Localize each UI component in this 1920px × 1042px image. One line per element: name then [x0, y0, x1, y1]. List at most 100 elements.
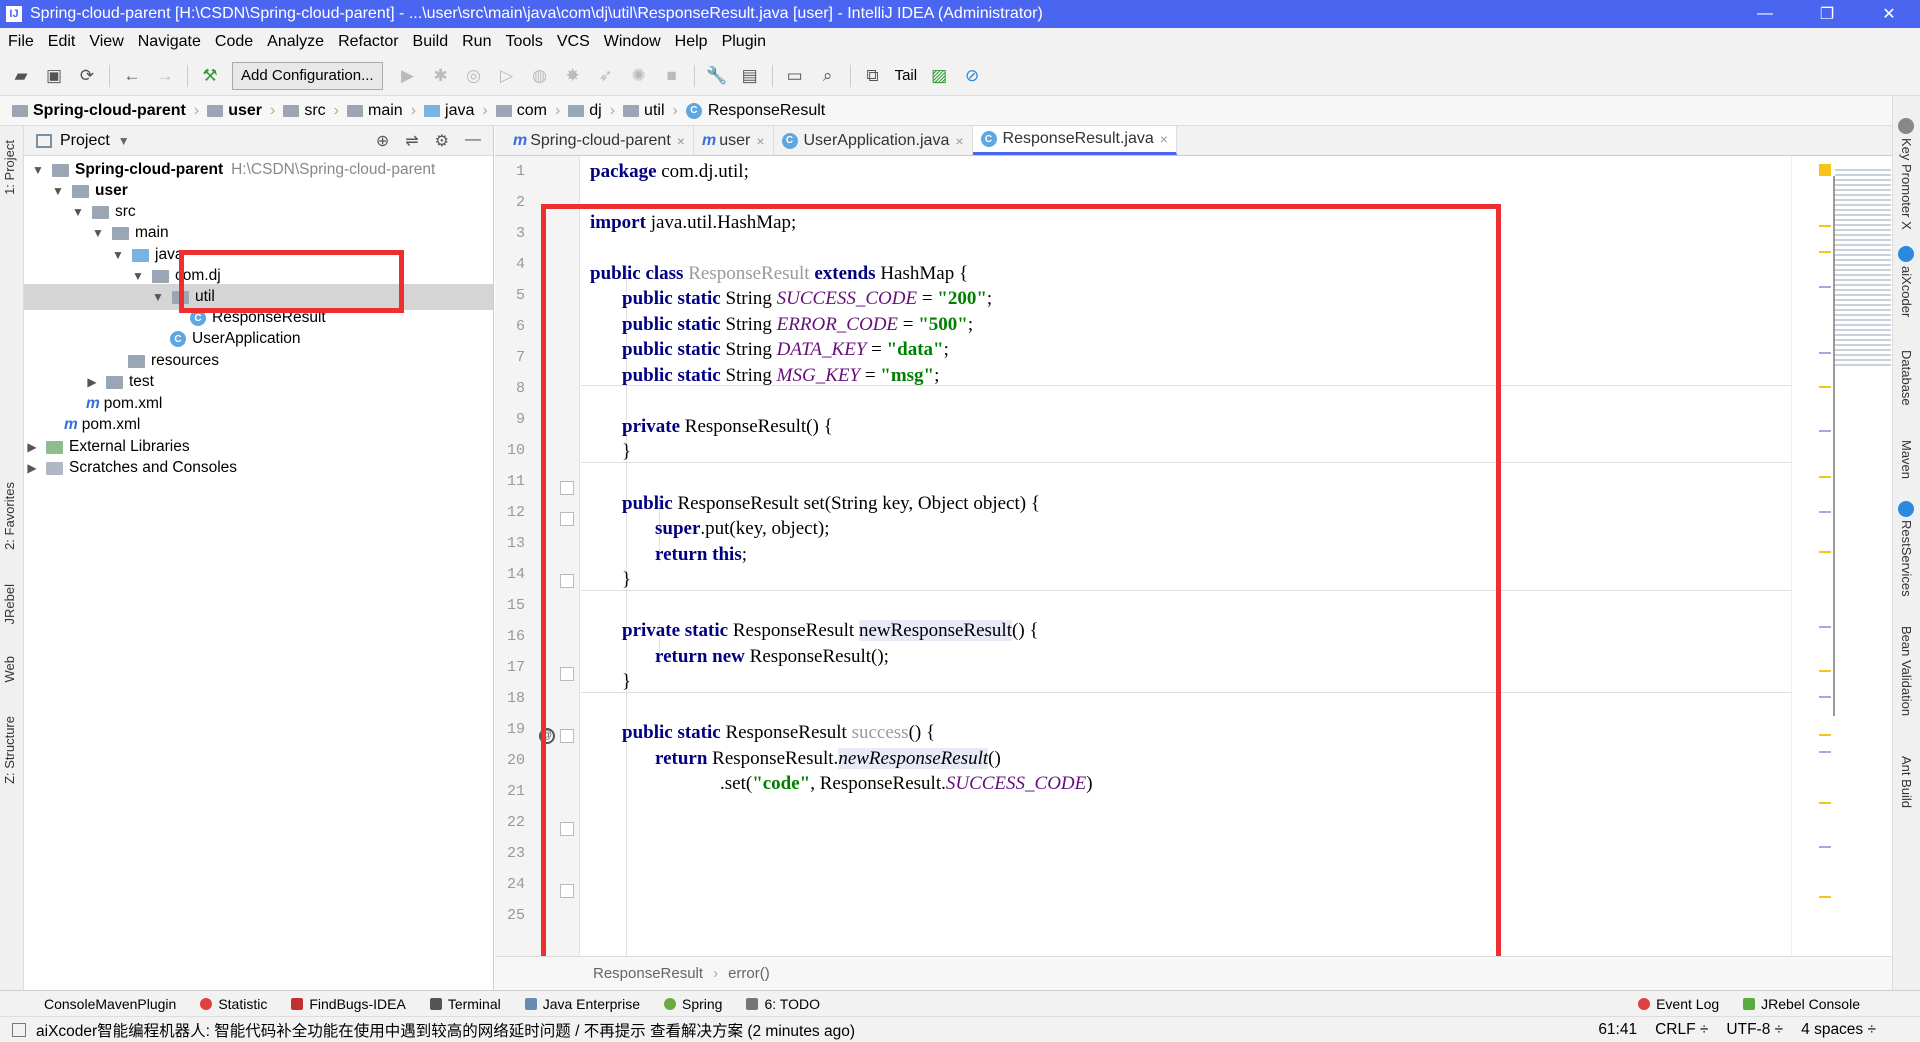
caret-position[interactable]: 61:41	[1598, 1021, 1637, 1039]
chevron-down-icon[interactable]: ▼	[90, 226, 106, 240]
status-message[interactable]: aiXcoder智能编程机器人: 智能代码补全功能在使用中遇到较高的网络延时问题…	[36, 1019, 855, 1041]
menu-help[interactable]: Help	[675, 33, 708, 51]
usage-mark[interactable]	[1819, 626, 1831, 628]
warning-mark[interactable]	[1819, 551, 1831, 553]
warning-mark[interactable]	[1819, 670, 1831, 672]
close-button[interactable]: ✕	[1858, 4, 1920, 24]
chevron-down-icon[interactable]: ▼	[130, 269, 146, 283]
search-icon[interactable]: ⌕	[817, 65, 839, 87]
line-separator-selector[interactable]: CRLF ÷	[1655, 1021, 1708, 1039]
menu-code[interactable]: Code	[215, 33, 253, 51]
debug-icon[interactable]: ✱	[430, 65, 452, 87]
menu-build[interactable]: Build	[413, 33, 449, 51]
key-promoter-tool-tab[interactable]: Key Promoter X	[1899, 138, 1914, 230]
footer-crumb-method[interactable]: error()	[728, 965, 770, 982]
crumb-project[interactable]: Spring-cloud-parent ›	[12, 102, 199, 120]
menu-tools[interactable]: Tools	[505, 33, 542, 51]
structure-tool-tab[interactable]: Z: Structure	[2, 716, 17, 784]
crumb-util[interactable]: util ›	[623, 102, 678, 120]
debug-jrebel-icon[interactable]: ✸	[562, 65, 584, 87]
tool-event-log[interactable]: Event Log	[1638, 996, 1719, 1012]
settings-wrench-icon[interactable]: 🔧	[706, 65, 728, 87]
statistic-chart-icon[interactable]: ▨	[928, 65, 950, 87]
tool-terminal[interactable]: Terminal	[429, 996, 501, 1012]
encoding-selector[interactable]: UTF-8 ÷	[1726, 1021, 1783, 1039]
tool-statistic[interactable]: Statistic	[200, 996, 267, 1012]
usage-mark[interactable]	[1819, 751, 1831, 753]
tab-responseresult[interactable]: C ResponseResult.java ×	[972, 126, 1177, 155]
crumb-java[interactable]: java ›	[424, 102, 488, 120]
terminal-window-icon[interactable]: ▭	[784, 65, 806, 87]
crumb-com[interactable]: com ›	[495, 102, 560, 120]
rocket-icon[interactable]: ➶	[595, 65, 617, 87]
run-icon[interactable]: ▶	[397, 65, 419, 87]
tree-item-scratches[interactable]: ▶ Scratches and Consoles	[24, 455, 237, 481]
footer-crumb-class[interactable]: ResponseResult	[593, 965, 703, 982]
crumb-src[interactable]: src ›	[283, 102, 339, 120]
database-tool-tab[interactable]: Database	[1899, 350, 1914, 406]
usage-mark[interactable]	[1819, 696, 1831, 698]
open-folder-icon[interactable]: ▰	[10, 65, 32, 87]
menu-run[interactable]: Run	[462, 33, 491, 51]
menu-file[interactable]: File	[8, 33, 34, 51]
rest-services-tool-tab[interactable]: RestServices	[1899, 520, 1914, 597]
close-icon[interactable]: ×	[1160, 131, 1168, 147]
tool-findbugs[interactable]: FindBugs-IDEA	[291, 996, 406, 1012]
save-all-icon[interactable]: ▣	[43, 65, 65, 87]
menu-edit[interactable]: Edit	[48, 33, 76, 51]
gear-icon[interactable]: ⚙	[435, 131, 449, 151]
menu-view[interactable]: View	[89, 33, 123, 51]
tool-console-maven[interactable]: ConsoleMavenPlugin	[44, 996, 176, 1012]
chevron-down-icon[interactable]: ▼	[30, 163, 46, 177]
project-view-selector[interactable]: Project	[60, 132, 110, 150]
warning-mark[interactable]	[1819, 476, 1831, 478]
usage-mark[interactable]	[1819, 430, 1831, 432]
ant-build-tool-tab[interactable]: Ant Build	[1899, 756, 1914, 808]
project-structure-icon[interactable]: ▤	[739, 65, 761, 87]
crumb-responseresult[interactable]: C ResponseResult	[685, 102, 825, 120]
scrollbar-thumb[interactable]	[1833, 176, 1835, 716]
maven-tool-tab[interactable]: Maven	[1899, 440, 1914, 479]
debug-rocket-icon[interactable]: ✺	[628, 65, 650, 87]
profile-icon[interactable]: ◍	[529, 65, 551, 87]
tab-spring-cloud-parent[interactable]: m Spring-cloud-parent ×	[505, 126, 694, 155]
add-configuration-button[interactable]: Add Configuration...	[232, 61, 383, 90]
chevron-right-icon[interactable]: ▶	[24, 461, 40, 475]
chevron-right-icon[interactable]: ▶	[24, 440, 40, 454]
stop-icon[interactable]: ■	[661, 65, 683, 87]
favorites-tool-tab[interactable]: 2: Favorites	[2, 482, 17, 550]
chevron-down-icon[interactable]: ▼	[50, 184, 66, 198]
tail-button[interactable]: Tail	[895, 65, 918, 87]
menu-vcs[interactable]: VCS	[557, 33, 590, 51]
warning-mark[interactable]	[1819, 896, 1831, 898]
usage-mark[interactable]	[1819, 846, 1831, 848]
warning-indicator-icon[interactable]	[1819, 164, 1831, 176]
translate-icon[interactable]: ⧉	[862, 65, 884, 87]
back-icon[interactable]: ←	[121, 65, 143, 87]
locate-target-icon[interactable]: ⊕	[376, 131, 389, 151]
web-tool-tab[interactable]: Web	[2, 656, 17, 683]
maximize-button[interactable]: ❐	[1796, 4, 1858, 24]
menu-plugin[interactable]: Plugin	[722, 33, 766, 51]
crumb-dj[interactable]: dj ›	[568, 102, 615, 120]
usage-mark[interactable]	[1819, 511, 1831, 513]
tab-userapplication[interactable]: C UserApplication.java ×	[774, 126, 973, 155]
warning-mark[interactable]	[1819, 386, 1831, 388]
synchronize-icon[interactable]: ⟳	[76, 65, 98, 87]
tool-java-enterprise[interactable]: Java Enterprise	[524, 996, 640, 1012]
tab-user[interactable]: m user ×	[694, 126, 774, 155]
chevron-right-icon[interactable]: ▶	[84, 375, 100, 389]
close-icon[interactable]: ×	[677, 133, 685, 149]
menu-refactor[interactable]: Refactor	[338, 33, 398, 51]
warning-mark[interactable]	[1819, 734, 1831, 736]
run-jrebel-icon[interactable]: ▷	[496, 65, 518, 87]
menu-navigate[interactable]: Navigate	[138, 33, 201, 51]
tool-spring[interactable]: Spring	[664, 996, 722, 1012]
close-icon[interactable]: ×	[955, 133, 963, 149]
menu-window[interactable]: Window	[604, 33, 661, 51]
menu-analyze[interactable]: Analyze	[267, 33, 324, 51]
usage-mark[interactable]	[1819, 352, 1831, 354]
warning-mark[interactable]	[1819, 802, 1831, 804]
warning-mark[interactable]	[1819, 225, 1831, 227]
tool-todo[interactable]: 6: TODO	[746, 996, 820, 1012]
